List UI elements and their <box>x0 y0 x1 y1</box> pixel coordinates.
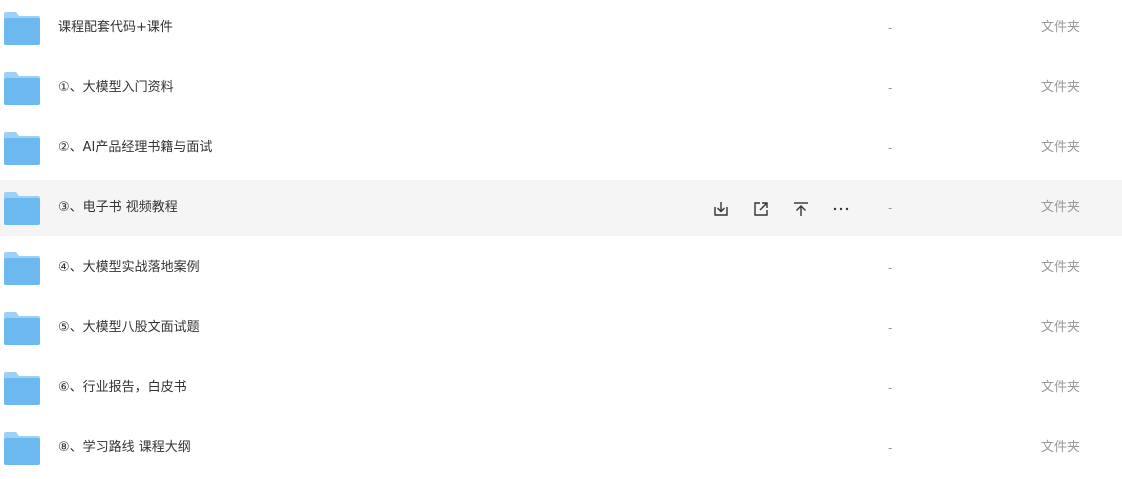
file-type: 文件夹 <box>1041 380 1081 395</box>
folder-icon <box>4 12 40 45</box>
file-name[interactable]: ⑧、学习路线 课程大纲 <box>58 420 191 476</box>
file-type: 文件夹 <box>1041 200 1081 215</box>
file-type: 文件夹 <box>1041 140 1081 155</box>
folder-icon <box>4 372 40 405</box>
file-row[interactable]: ②、AI产品经理书籍与面试 - 文件夹 <box>0 120 1122 176</box>
file-row[interactable]: ⑥、行业报告，白皮书 - 文件夹 <box>0 360 1122 416</box>
file-name[interactable]: ③、电子书 视频教程 <box>58 180 178 236</box>
file-type: 文件夹 <box>1041 440 1081 455</box>
file-size: - <box>888 21 893 35</box>
file-size: - <box>888 321 893 335</box>
folder-icon <box>4 252 40 285</box>
file-type: 文件夹 <box>1041 20 1081 35</box>
file-size: - <box>888 141 893 155</box>
download-icon <box>714 202 728 216</box>
file-row[interactable]: ⑤、大模型八股文面试题 - 文件夹 <box>0 300 1122 356</box>
download-button[interactable] <box>710 198 732 220</box>
file-size: - <box>888 81 893 95</box>
file-name[interactable]: ⑤、大模型八股文面试题 <box>58 300 200 356</box>
file-size: - <box>888 261 893 275</box>
file-row[interactable]: ④、大模型实战落地案例 - 文件夹 <box>0 240 1122 296</box>
file-row[interactable]: 课程配套代码+课件 - 文件夹 <box>0 0 1122 56</box>
file-row[interactable]: ①、大模型入门资料 - 文件夹 <box>0 60 1122 116</box>
file-row[interactable]: ⑧、学习路线 课程大纲 - 文件夹 <box>0 420 1122 476</box>
share-button[interactable] <box>750 198 772 220</box>
file-list: 课程配套代码+课件 - 文件夹 ①、大模型入门资料 - 文件夹 ②、AI产品经理… <box>0 0 1122 479</box>
folder-icon <box>4 312 40 345</box>
folder-icon <box>4 432 40 465</box>
pin-top-icon <box>794 202 808 216</box>
file-size: - <box>888 201 893 215</box>
file-type: 文件夹 <box>1041 80 1081 95</box>
more-button[interactable] <box>830 198 852 220</box>
file-type: 文件夹 <box>1041 260 1081 275</box>
file-name[interactable]: ⑥、行业报告，白皮书 <box>58 360 187 416</box>
file-name[interactable]: ②、AI产品经理书籍与面试 <box>58 120 212 176</box>
pin-top-button[interactable] <box>790 198 812 220</box>
more-icon <box>833 207 849 211</box>
file-size: - <box>888 441 893 455</box>
folder-icon <box>4 72 40 105</box>
folder-icon <box>4 192 40 225</box>
file-size: - <box>888 381 893 395</box>
file-name[interactable]: ①、大模型入门资料 <box>58 60 174 116</box>
file-row-hovered[interactable]: ③、电子书 视频教程 - 文件夹 <box>0 180 1122 236</box>
folder-icon <box>4 132 40 165</box>
file-name[interactable]: 课程配套代码+课件 <box>58 0 173 56</box>
file-name[interactable]: ④、大模型实战落地案例 <box>58 240 200 296</box>
file-type: 文件夹 <box>1041 320 1081 335</box>
share-icon <box>754 202 768 216</box>
